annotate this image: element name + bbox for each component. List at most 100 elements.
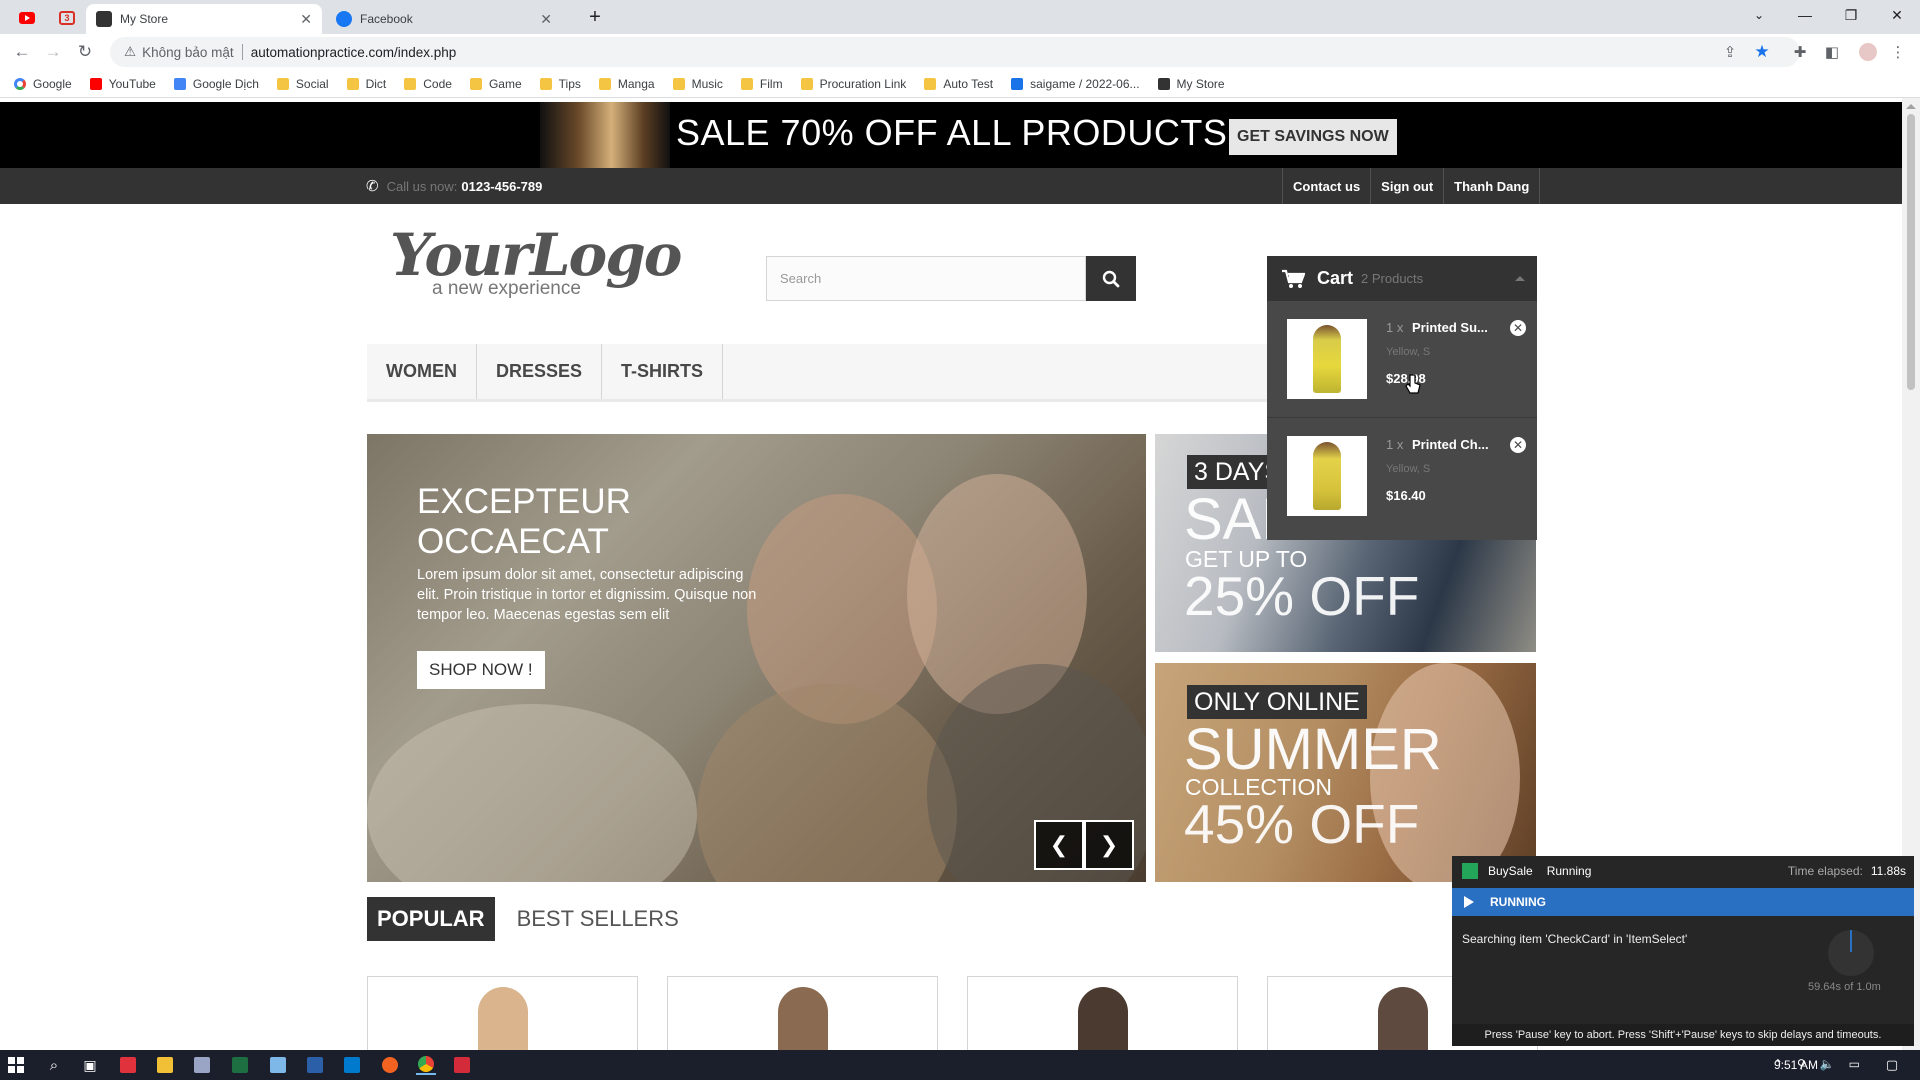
scroll-up-icon[interactable]: [1906, 104, 1916, 109]
tab-my-store[interactable]: My Store ✕: [86, 4, 322, 34]
search-button[interactable]: [1086, 256, 1136, 301]
extensions-icon[interactable]: ✚: [1790, 42, 1810, 62]
notification-icon[interactable]: ▢: [1882, 1055, 1902, 1075]
bookmark-folder-auto-test[interactable]: Auto Test: [924, 77, 993, 91]
close-tab-icon[interactable]: ✕: [300, 11, 312, 28]
menu-item-women[interactable]: WOMEN: [367, 344, 477, 399]
bookmark-label: Procuration Link: [819, 76, 907, 91]
bookmark-folder-dict[interactable]: Dict: [346, 77, 386, 91]
banner-summer-collection[interactable]: ONLY ONLINE SUMMER COLLECTION 45% OFF: [1155, 663, 1536, 882]
menu-item-tshirts[interactable]: T-SHIRTS: [602, 344, 724, 399]
taskbar-file-explorer[interactable]: [155, 1055, 175, 1075]
taskbar-app[interactable]: [452, 1055, 472, 1075]
sign-out-link[interactable]: Sign out: [1370, 168, 1443, 204]
bookmark-google-dich[interactable]: Google Dịch: [173, 77, 259, 91]
product-card[interactable]: [667, 976, 938, 1050]
start-button[interactable]: [6, 1055, 26, 1075]
volume-icon[interactable]: 🔈: [1820, 1057, 1835, 1071]
contact-us-link[interactable]: Contact us: [1282, 168, 1370, 204]
search-icon[interactable]: ⌕: [44, 1055, 64, 1075]
taskbar-vscode[interactable]: [342, 1055, 362, 1075]
restore-button[interactable]: ❐: [1828, 0, 1874, 30]
close-window-button[interactable]: ✕: [1874, 0, 1920, 30]
taskbar-excel[interactable]: [230, 1055, 250, 1075]
cart-item-name[interactable]: Printed Su...: [1412, 320, 1488, 335]
reload-icon[interactable]: ↻: [72, 40, 98, 64]
tab-best-sellers[interactable]: BEST SELLERS: [507, 897, 689, 941]
taskbar-app[interactable]: [118, 1055, 138, 1075]
remove-item-icon[interactable]: ✕: [1510, 320, 1526, 336]
call-label: Call us now:: [386, 178, 458, 194]
bookmark-my-store[interactable]: My Store: [1157, 77, 1225, 91]
slider-title-line: OCCAECAT: [417, 522, 609, 561]
address-bar[interactable]: ⚠ Không bảo mật automationpractice.com/i…: [110, 37, 1800, 67]
menu-item-dresses[interactable]: DRESSES: [477, 344, 603, 399]
bookmark-folder-music[interactable]: Music: [672, 77, 723, 91]
search-input[interactable]: Search: [766, 256, 1086, 301]
bookmark-label: Code: [423, 76, 452, 91]
slider-prev-button[interactable]: ❮: [1034, 820, 1084, 870]
taskbar-app[interactable]: [305, 1055, 325, 1075]
profile-avatar[interactable]: [1858, 42, 1878, 62]
display-icon[interactable]: ▭: [1849, 1057, 1860, 1071]
bookmark-folder-manga[interactable]: Manga: [598, 77, 655, 91]
folder-icon: [276, 77, 289, 90]
cart-item-qty: 1 x: [1386, 320, 1404, 335]
bookmark-folder-tips[interactable]: Tips: [539, 76, 581, 91]
tab-facebook[interactable]: Facebook ✕: [326, 4, 562, 34]
automation-runner-panel: BuySale Running Time elapsed: 11.88s RUNN…: [1452, 856, 1914, 1046]
side-panel-icon[interactable]: ◧: [1822, 42, 1842, 62]
product-card[interactable]: [967, 976, 1238, 1050]
bookmark-folder-social[interactable]: Social: [276, 77, 329, 91]
menu-kebab-icon[interactable]: ⋮: [1888, 42, 1908, 62]
scroll-thumb[interactable]: [1907, 114, 1915, 390]
bookmark-label: Tips: [558, 76, 581, 91]
bookmark-folder-procuration[interactable]: Procuration Link: [800, 76, 907, 91]
tab-search-icon[interactable]: ⌄: [1736, 0, 1782, 30]
bookmark-label: Google: [33, 76, 72, 91]
security-label: Không bảo mật: [142, 44, 234, 60]
bookmark-folder-code[interactable]: Code: [404, 77, 452, 91]
new-tab-button[interactable]: +: [572, 2, 618, 32]
slider-next-button[interactable]: ❯: [1084, 820, 1134, 870]
cart-item-image[interactable]: [1287, 319, 1367, 399]
promo-model-image: [540, 102, 670, 168]
forward-icon[interactable]: →: [40, 40, 66, 64]
slider-description: Lorem ipsum dolor sit amet, consectetur …: [417, 567, 757, 623]
minimize-button[interactable]: —: [1782, 0, 1828, 30]
bookmark-saigame[interactable]: saigame / 2022-06...: [1011, 77, 1140, 91]
taskbar-app[interactable]: [380, 1055, 400, 1075]
store-logo[interactable]: YourLogo a new experience: [390, 226, 682, 306]
shop-now-button[interactable]: SHOP NOW !: [417, 651, 545, 689]
cart-button[interactable]: Cart 2 Products: [1267, 256, 1537, 301]
bookmark-youtube[interactable]: YouTube: [89, 77, 156, 91]
remove-item-icon[interactable]: ✕: [1510, 437, 1526, 453]
mouse-cursor-icon: [1405, 374, 1421, 394]
tab-popular[interactable]: POPULAR: [367, 897, 495, 941]
pinned-tab-mail[interactable]: 3: [54, 7, 80, 29]
promo-headline: SALE 70% OFF ALL PRODUCTS: [676, 112, 1228, 153]
back-icon[interactable]: ←: [9, 40, 35, 64]
taskbar-app[interactable]: [192, 1055, 212, 1075]
cart-item-image[interactable]: [1287, 436, 1367, 516]
pinned-tab-youtube[interactable]: [14, 7, 40, 29]
bookmark-google[interactable]: Google: [14, 77, 72, 91]
account-link[interactable]: Thanh Dang: [1443, 168, 1541, 204]
bookmark-star-icon[interactable]: ★: [1752, 42, 1772, 62]
task-view-icon[interactable]: ▣: [80, 1055, 100, 1075]
share-icon[interactable]: ⇪: [1720, 42, 1740, 62]
address-divider: [241, 44, 243, 60]
taskbar-notepad[interactable]: [268, 1055, 288, 1075]
folder-icon: [598, 77, 611, 90]
promo-banner[interactable]: SALE 70% OFF ALL PRODUCTS GET SAVINGS NO…: [0, 102, 1902, 168]
taskbar-clock[interactable]: 9:51 AM: [1774, 1058, 1818, 1072]
bookmark-folder-film[interactable]: Film: [740, 77, 783, 91]
product-card[interactable]: [367, 976, 638, 1050]
taskbar-chrome[interactable]: [416, 1055, 436, 1075]
get-savings-button[interactable]: GET SAVINGS NOW: [1229, 119, 1397, 155]
cart-item-name[interactable]: Printed Ch...: [1412, 437, 1489, 452]
bookmark-folder-game[interactable]: Game: [469, 77, 522, 91]
folder-icon: [924, 77, 937, 90]
homepage-slider[interactable]: EXCEPTEUR OCCAECAT Lorem ipsum dolor sit…: [367, 434, 1146, 882]
close-tab-icon[interactable]: ✕: [540, 11, 552, 28]
